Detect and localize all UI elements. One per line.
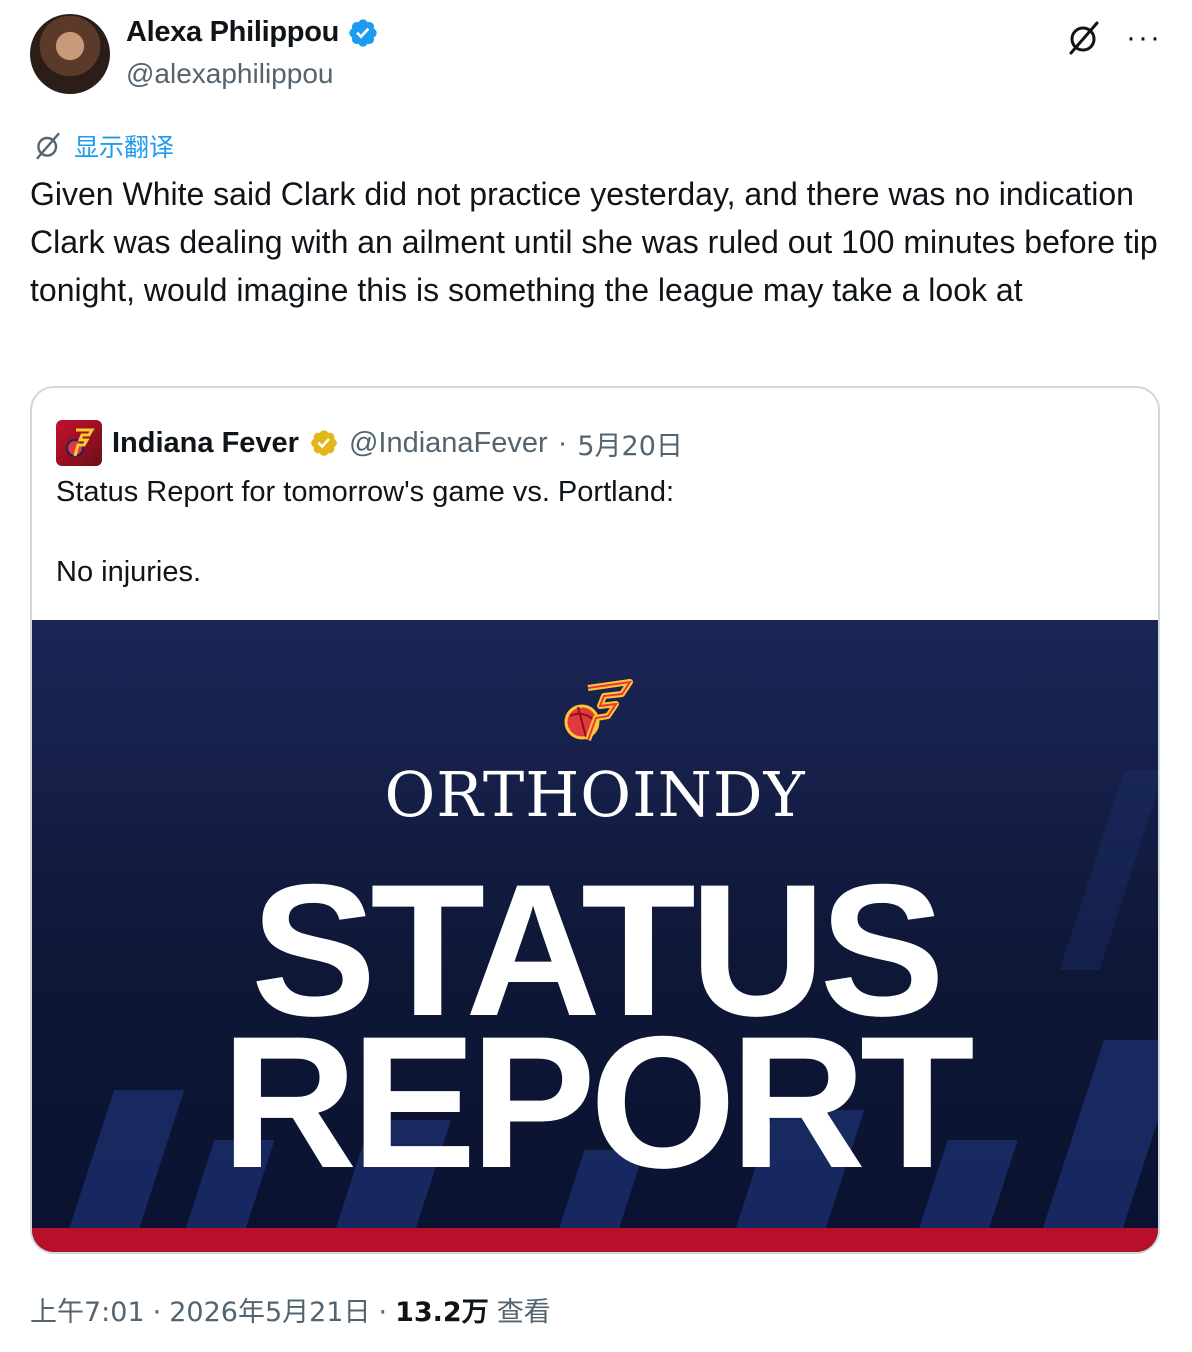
quoted-tweet-card[interactable]: Indiana Fever @IndianaFever · 5月20日 Stat…	[30, 386, 1160, 1254]
translate-button[interactable]: 显示翻译	[32, 128, 174, 164]
grok-icon[interactable]	[1064, 18, 1104, 58]
fever-avatar[interactable]	[56, 420, 102, 466]
quoted-tweet-header: Indiana Fever @IndianaFever · 5月20日	[56, 420, 683, 466]
tweet-meta-row: 上午7:01 · 2026年5月21日 · 13.2万 查看	[30, 1290, 551, 1329]
quoted-separator: ·	[557, 426, 568, 459]
meta-separator: ·	[152, 1297, 162, 1328]
more-icon[interactable]: ···	[1126, 18, 1162, 58]
tweet-top-actions: ···	[1064, 18, 1162, 58]
views-count: 13.2万	[395, 1297, 489, 1328]
quoted-author-name[interactable]: Indiana Fever	[112, 427, 299, 460]
red-footer-bar	[32, 1228, 1158, 1252]
fever-logo-icon	[564, 679, 633, 742]
orthoindy-text: ORTHOINDY	[384, 758, 806, 831]
views-label: 查看	[496, 1297, 551, 1328]
translate-icon	[36, 132, 60, 160]
author-handle[interactable]: @alexaphilippou	[126, 58, 333, 90]
gold-verified-badge-icon	[311, 430, 337, 456]
author-name-row[interactable]: Alexa Philippou	[126, 16, 379, 49]
quoted-date[interactable]: 5月20日	[577, 424, 683, 463]
tweet-date[interactable]: 2026年5月21日	[169, 1290, 370, 1329]
author-avatar[interactable]	[30, 14, 110, 94]
meta-separator: ·	[378, 1297, 388, 1328]
fever-logo-icon	[66, 428, 95, 457]
status-report-image[interactable]: ORTHOINDY STATUS REPORT	[32, 620, 1158, 1252]
translate-label[interactable]: 显示翻译	[74, 128, 174, 164]
quoted-author-handle[interactable]: @IndianaFever	[349, 427, 548, 460]
tweet-time[interactable]: 上午7:01	[30, 1290, 145, 1329]
verified-badge-icon	[349, 18, 377, 47]
report-text: REPORT	[221, 997, 974, 1207]
author-name[interactable]: Alexa Philippou	[126, 16, 339, 49]
tweet-text: Given White said Clark did not practice …	[30, 176, 1167, 308]
quoted-tweet-text: Status Report for tomorrow's game vs. Po…	[56, 476, 675, 588]
